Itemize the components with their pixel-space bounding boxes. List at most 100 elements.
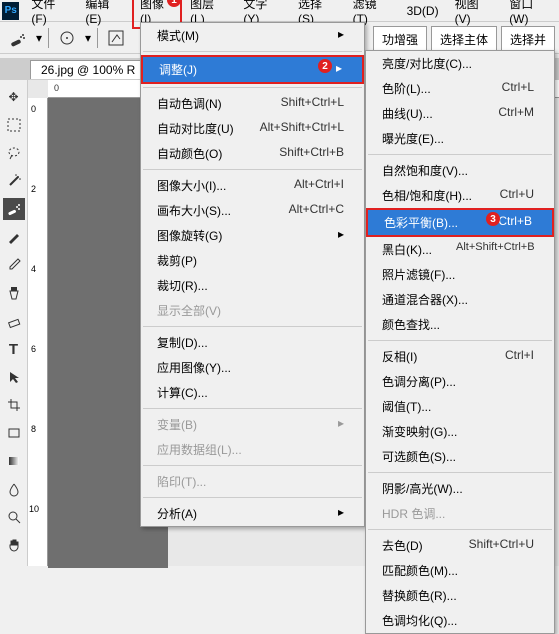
- menu-hue-saturation[interactable]: 色相/饱和度(H)...Ctrl+U: [366, 183, 554, 208]
- menu-image-rotation[interactable]: 图像旋转(G)▸: [141, 223, 364, 248]
- menu-invert[interactable]: 反相(I)Ctrl+I: [366, 344, 554, 369]
- menu-match-color[interactable]: 匹配颜色(M)...: [366, 558, 554, 583]
- menu-posterize[interactable]: 色调分离(P)...: [366, 369, 554, 394]
- eraser-tool-icon[interactable]: [3, 310, 25, 332]
- marquee-tool-icon[interactable]: [3, 114, 25, 136]
- menu-desaturate[interactable]: 去色(D)Shift+Ctrl+U: [366, 533, 554, 558]
- ruler-mark: 0: [31, 104, 36, 114]
- zoom-tool-icon[interactable]: [3, 506, 25, 528]
- label: 自动颜色(O): [157, 145, 222, 162]
- menu-canvas-size[interactable]: 画布大小(S)...Alt+Ctrl+C: [141, 198, 364, 223]
- menu-threshold[interactable]: 阈值(T)...: [366, 394, 554, 419]
- separator: [368, 340, 552, 341]
- menu-replace-color[interactable]: 替换颜色(R)...: [366, 583, 554, 608]
- hand-tool-icon[interactable]: [3, 534, 25, 556]
- shortcut: Alt+Ctrl+I: [294, 177, 344, 194]
- badge-1: 1: [167, 0, 181, 7]
- separator: [143, 169, 362, 170]
- label: 显示全部(V): [157, 302, 221, 319]
- label: 计算(C)...: [157, 384, 208, 401]
- dropdown-caret-icon[interactable]: ▾: [85, 31, 91, 45]
- type-tool-icon[interactable]: T: [3, 338, 25, 360]
- crop-tool-icon[interactable]: [3, 394, 25, 416]
- select-and-mask-button[interactable]: 选择并: [501, 26, 555, 53]
- menu-auto-contrast[interactable]: 自动对比度(U)Alt+Shift+Ctrl+L: [141, 116, 364, 141]
- badge-3: 3: [486, 212, 500, 226]
- menu-selective-color[interactable]: 可选颜色(S)...: [366, 444, 554, 469]
- menu-levels[interactable]: 色阶(L)...Ctrl+L: [366, 76, 554, 101]
- brush-panel-icon[interactable]: [104, 26, 128, 50]
- menu-channel-mixer[interactable]: 通道混合器(X)...: [366, 287, 554, 312]
- separator: [143, 326, 362, 327]
- menu-mode[interactable]: 模式(M) ▸: [141, 23, 364, 48]
- ruler-mark: 0: [54, 83, 59, 93]
- label: 图像大小(I)...: [157, 177, 226, 194]
- clone-stamp-tool-icon[interactable]: [3, 282, 25, 304]
- submenu-arrow-icon: ▸: [338, 227, 344, 244]
- label: 曲线(U)...: [382, 105, 433, 122]
- menu-gradient-map[interactable]: 渐变映射(G)...: [366, 419, 554, 444]
- menu-equalize[interactable]: 色调均化(Q)...: [366, 608, 554, 633]
- menu-adjustments[interactable]: 调整(J) 2 ▸: [141, 55, 364, 84]
- spot-healing-tool-icon[interactable]: [3, 198, 25, 220]
- menu-exposure[interactable]: 曝光度(E)...: [366, 126, 554, 151]
- label: 色调均化(Q)...: [382, 612, 457, 629]
- menu-window[interactable]: 窗口(W): [501, 0, 559, 29]
- label: 阈值(T)...: [382, 398, 431, 415]
- label: 去色(D): [382, 537, 423, 554]
- menu-vibrance[interactable]: 自然饱和度(V)...: [366, 158, 554, 183]
- label: 色调分离(P)...: [382, 373, 456, 390]
- path-selection-tool-icon[interactable]: [3, 366, 25, 388]
- select-subject-button[interactable]: 选择主体: [431, 26, 497, 53]
- divider: [97, 28, 98, 48]
- brush-size-icon[interactable]: [55, 26, 79, 50]
- label: 画布大小(S)...: [157, 202, 231, 219]
- ruler-mark: 8: [31, 424, 36, 434]
- submenu-arrow-icon: ▸: [338, 27, 344, 44]
- enhance-button[interactable]: 功增强: [373, 26, 427, 53]
- document-tab[interactable]: 26.jpg @ 100% R: [30, 60, 146, 79]
- brush-tool-icon[interactable]: [3, 226, 25, 248]
- menu-view[interactable]: 视图(V): [447, 0, 502, 29]
- menu-shadows-highlights[interactable]: 阴影/高光(W)...: [366, 476, 554, 501]
- move-tool-icon[interactable]: ✥: [3, 86, 25, 108]
- label: 陷印(T)...: [157, 473, 206, 490]
- menu-duplicate[interactable]: 复制(D)...: [141, 330, 364, 355]
- menu-crop[interactable]: 裁剪(P): [141, 248, 364, 273]
- menu-color-balance[interactable]: 色彩平衡(B)... 3 Ctrl+B: [366, 208, 554, 237]
- menu-auto-tone[interactable]: 自动色调(N)Shift+Ctrl+L: [141, 91, 364, 116]
- label: 阴影/高光(W)...: [382, 480, 463, 497]
- menu-analysis[interactable]: 分析(A)▸: [141, 501, 364, 526]
- label: 反相(I): [382, 348, 417, 365]
- menu-color-lookup[interactable]: 颜色查找...: [366, 312, 554, 337]
- rectangle-tool-icon[interactable]: [3, 422, 25, 444]
- healing-brush-preset-icon[interactable]: [6, 26, 30, 50]
- blur-tool-icon[interactable]: [3, 478, 25, 500]
- label: 应用图像(Y)...: [157, 359, 231, 376]
- shortcut: Shift+Ctrl+L: [281, 95, 344, 112]
- submenu-arrow-icon: ▸: [338, 416, 344, 433]
- menu-trim[interactable]: 裁切(R)...: [141, 273, 364, 298]
- separator: [368, 154, 552, 155]
- menu-auto-color[interactable]: 自动颜色(O)Shift+Ctrl+B: [141, 141, 364, 166]
- menu-brightness-contrast[interactable]: 亮度/对比度(C)...: [366, 51, 554, 76]
- shortcut: Ctrl+L: [502, 80, 534, 97]
- menu-black-white[interactable]: 黑白(K)...Alt+Shift+Ctrl+B: [366, 237, 554, 262]
- menu-photo-filter[interactable]: 照片滤镜(F)...: [366, 262, 554, 287]
- label: 曝光度(E)...: [382, 130, 444, 147]
- menu-3d[interactable]: 3D(D): [399, 1, 447, 21]
- menu-apply-image[interactable]: 应用图像(Y)...: [141, 355, 364, 380]
- menu-image-size[interactable]: 图像大小(I)... Alt+Ctrl+I: [141, 173, 364, 198]
- eyedropper-tool-icon[interactable]: [3, 254, 25, 276]
- label: 颜色查找...: [382, 316, 440, 333]
- lasso-tool-icon[interactable]: [3, 142, 25, 164]
- dropdown-caret-icon[interactable]: ▾: [36, 31, 42, 45]
- separator: [143, 51, 362, 52]
- magic-wand-tool-icon[interactable]: [3, 170, 25, 192]
- menu-curves[interactable]: 曲线(U)...Ctrl+M: [366, 101, 554, 126]
- gradient-tool-icon[interactable]: [3, 450, 25, 472]
- label: 模式(M): [157, 27, 199, 44]
- menu-variables: 变量(B)▸: [141, 412, 364, 437]
- separator: [143, 465, 362, 466]
- menu-calculations[interactable]: 计算(C)...: [141, 380, 364, 405]
